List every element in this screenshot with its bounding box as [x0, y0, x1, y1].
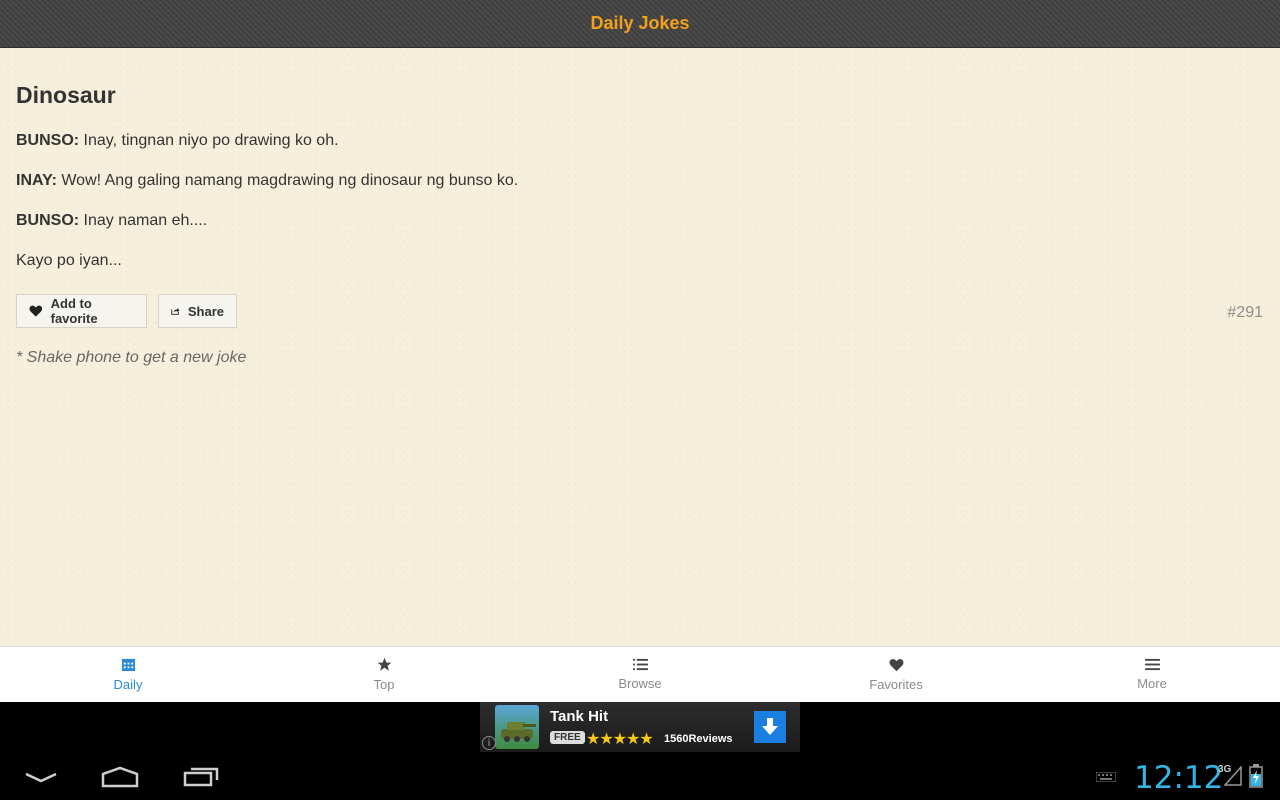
add-to-favorite-button[interactable]: Add to favorite	[16, 294, 147, 328]
share-label: Share	[187, 303, 224, 319]
list-icon	[632, 658, 648, 671]
speaker-label: INAY:	[16, 172, 57, 189]
system-clock: 12:12	[1134, 760, 1224, 796]
tab-favorites[interactable]: Favorites	[768, 647, 1024, 702]
keyboard-icon	[1096, 772, 1116, 782]
line-text: Kayo po iyan...	[16, 252, 122, 269]
signal-icon	[1224, 766, 1242, 786]
calendar-icon	[121, 658, 135, 672]
ad-rating-stars: ★★★★★	[586, 729, 654, 748]
tab-browse-label: Browse	[618, 676, 662, 691]
joke-line: INAY: Wow! Ang galing namang magdrawing …	[16, 172, 518, 190]
download-arrow-icon	[762, 718, 778, 735]
joke-number: #291	[1227, 304, 1263, 321]
heart-icon	[889, 658, 903, 671]
share-icon	[171, 308, 180, 315]
system-nav-bar: 12:12 3G	[0, 752, 1280, 800]
app-header: Daily Jokes	[0, 0, 1280, 48]
battery-charging-icon	[1249, 764, 1263, 788]
line-text: Wow! Ang galing namang magdrawing ng din…	[56, 172, 519, 189]
line-text: Inay, tingnan niyo po drawing ko oh.	[79, 132, 339, 149]
tab-daily-label: Daily	[113, 677, 143, 692]
share-button[interactable]: Share	[158, 294, 237, 328]
tab-browse[interactable]: Browse	[512, 647, 768, 702]
ad-free-badge: FREE	[550, 731, 585, 744]
ad-info-icon[interactable]: i	[482, 736, 496, 750]
ad-banner[interactable]: i Tank Hit FREE ★★★★★ 1560Reviews	[480, 702, 800, 752]
ad-title: Tank Hit	[550, 708, 609, 725]
tab-daily[interactable]: Daily	[0, 647, 256, 702]
tab-more-label: More	[1137, 676, 1167, 691]
app-title: Daily Jokes	[590, 13, 690, 33]
shake-hint: * Shake phone to get a new joke	[16, 349, 247, 366]
bottom-tab-bar: Daily Top Browse Favorites More	[0, 646, 1280, 702]
ad-reviews: 1560Reviews	[664, 733, 733, 745]
tab-favorites-label: Favorites	[869, 676, 923, 692]
joke-line: BUNSO: Inay naman eh....	[16, 212, 207, 230]
menu-icon	[1144, 658, 1160, 671]
joke-content: Dinosaur BUNSO: Inay, tingnan niyo po dr…	[0, 48, 1280, 646]
speaker-label: BUNSO:	[16, 132, 80, 149]
home-icon[interactable]	[101, 766, 139, 788]
line-text: Inay naman eh....	[79, 212, 208, 229]
recent-apps-icon[interactable]	[183, 767, 219, 787]
ad-download-button[interactable]	[754, 711, 786, 743]
joke-line: Kayo po iyan...	[16, 252, 122, 270]
tank-icon	[501, 722, 536, 742]
back-icon[interactable]	[24, 770, 58, 784]
ad-app-icon	[495, 705, 539, 749]
star-icon	[377, 657, 391, 671]
tab-more[interactable]: More	[1024, 647, 1280, 702]
heart-icon	[29, 305, 43, 317]
add-to-favorite-label: Add to favorite	[50, 296, 98, 326]
tab-top[interactable]: Top	[256, 647, 512, 702]
speaker-label: BUNSO:	[16, 212, 80, 229]
tab-top-label: Top	[373, 677, 395, 692]
joke-title: Dinosaur	[16, 82, 116, 108]
joke-line: BUNSO: Inay, tingnan niyo po drawing ko …	[16, 132, 339, 150]
